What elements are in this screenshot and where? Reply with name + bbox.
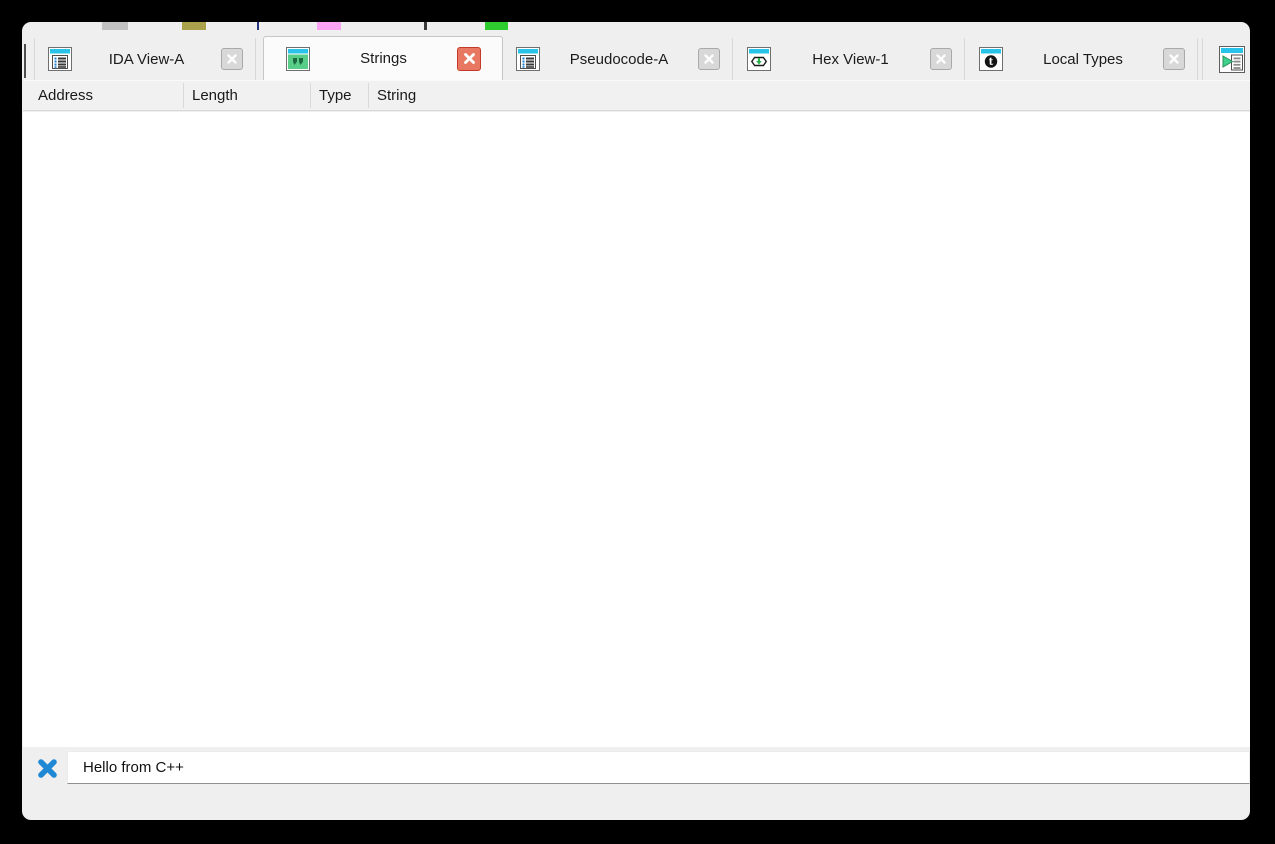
list-window-icon <box>516 47 540 71</box>
toolbar-icon-fragment <box>102 22 128 30</box>
strings-table-body[interactable] <box>23 112 1250 747</box>
screen: IDA View-A Strings Pseudocode-A Hex View… <box>0 0 1275 844</box>
local-types-window-icon: t <box>979 47 1003 71</box>
close-icon[interactable] <box>457 46 481 71</box>
column-header-label: String <box>377 87 417 104</box>
column-header-type[interactable]: Type <box>311 81 368 110</box>
column-header-label: Type <box>319 87 352 104</box>
column-header-label: Length <box>192 87 238 104</box>
close-icon[interactable] <box>221 48 243 70</box>
column-header-address[interactable]: Address <box>30 81 183 110</box>
svg-text:t: t <box>989 57 994 68</box>
strings-window-icon <box>286 46 310 71</box>
tab-label: Strings <box>360 50 407 67</box>
toolbar-icon-fragment <box>257 22 259 30</box>
filter-bar <box>23 747 1250 790</box>
tab-bar-grip <box>24 44 26 78</box>
close-icon[interactable] <box>1163 48 1185 70</box>
tab-strings[interactable]: Strings <box>263 36 503 80</box>
tab-clipped[interactable] <box>1202 38 1250 80</box>
tab-ida-view-a[interactable]: IDA View-A <box>34 38 256 80</box>
tab-label: Local Types <box>1043 50 1123 68</box>
column-header-length[interactable]: Length <box>184 81 310 110</box>
tab-hex-view-1[interactable]: Hex View-1 <box>734 38 965 80</box>
toolbar-icon-fragment <box>182 22 206 30</box>
tab-label: Pseudocode-A <box>569 50 669 68</box>
close-icon[interactable] <box>698 48 720 70</box>
close-icon[interactable] <box>930 48 952 70</box>
tab-label: IDA View-A <box>108 50 185 68</box>
exports-window-icon <box>1219 45 1245 73</box>
filter-input[interactable] <box>67 751 1250 784</box>
table-header-row: Address Length Type String <box>23 80 1250 111</box>
list-window-icon <box>48 47 72 71</box>
toolbar-icon-fragment <box>317 22 341 30</box>
toolbar-icon-fragment <box>485 22 508 30</box>
column-header-label: Address <box>38 87 94 104</box>
hex-window-icon <box>747 47 771 71</box>
tab-label: Hex View-1 <box>812 50 889 68</box>
blue-cross-icon[interactable] <box>37 758 58 779</box>
column-header-string[interactable]: String <box>369 81 769 110</box>
toolbar-icon-fragment <box>424 22 427 30</box>
tab-local-types[interactable]: t Local Types <box>966 38 1198 80</box>
tab-pseudocode-a[interactable]: Pseudocode-A <box>503 38 733 80</box>
